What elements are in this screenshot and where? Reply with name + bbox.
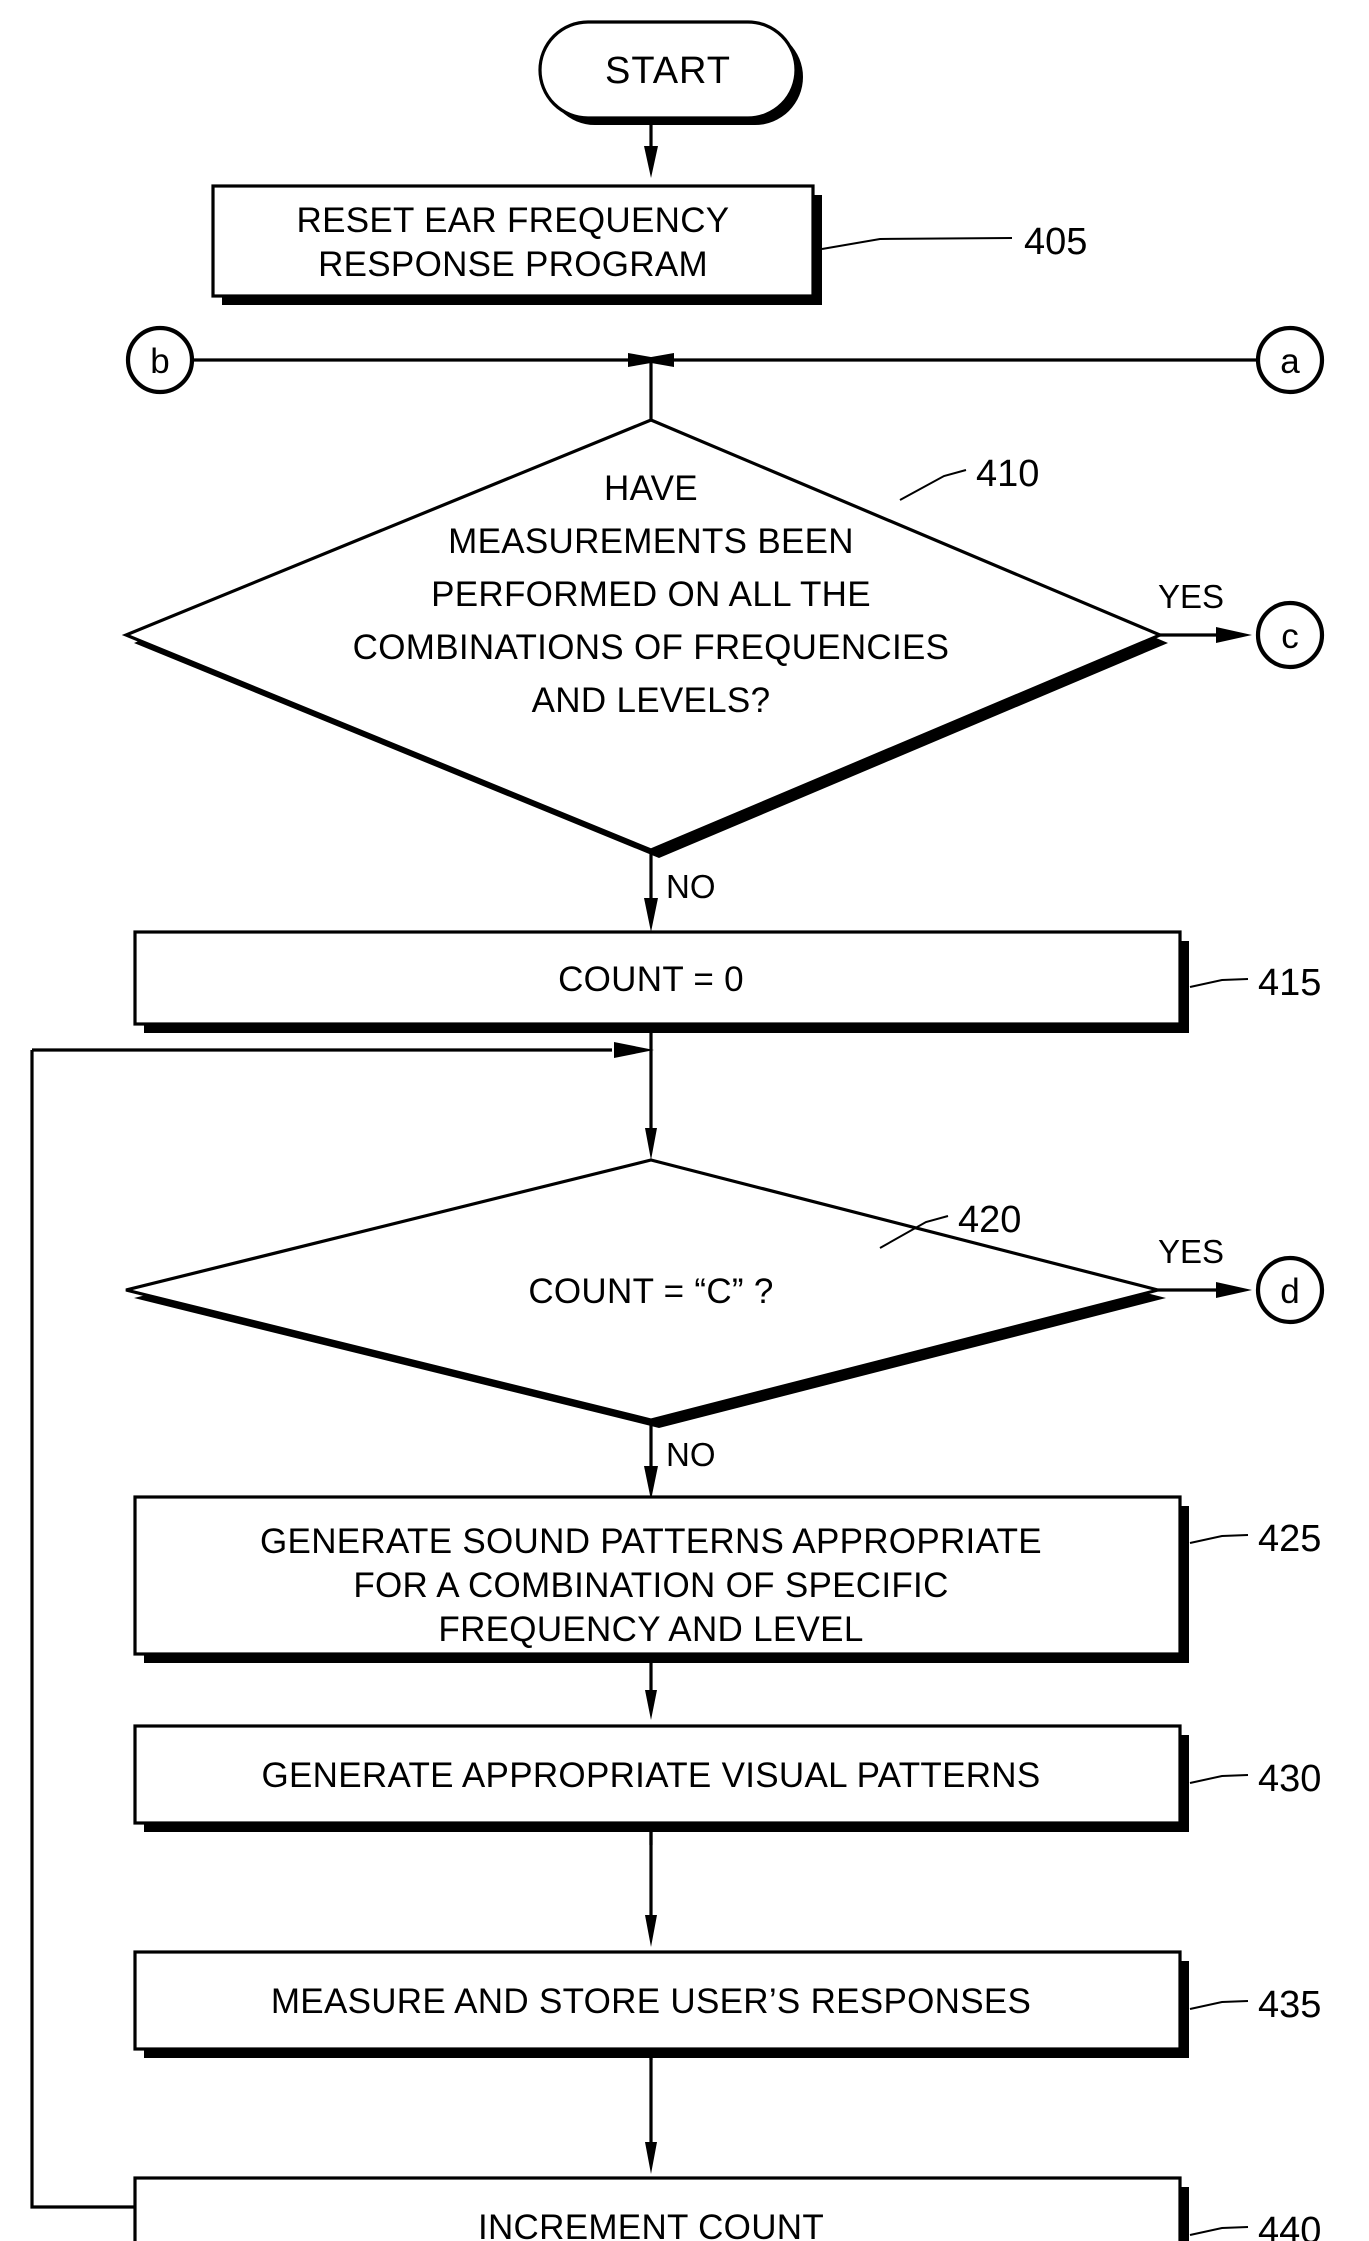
ref-420-label: 420 [958, 1199, 1021, 1241]
branch-410-no: NO [644, 850, 716, 932]
connector-c-label: c [1281, 617, 1299, 656]
ref-415-leader [1189, 978, 1249, 988]
arrow-430-to-435 [645, 1823, 657, 1947]
box-425-line-1: GENERATE SOUND PATTERNS APPROPRIATE [260, 1522, 1042, 1561]
node-440: INCREMENT COUNT 440 [133, 2176, 1321, 2241]
box-405-line-1: RESET EAR FREQUENCY [297, 201, 730, 240]
arrow-425-to-430 [645, 1663, 657, 1720]
connector-a-label: a [1280, 342, 1300, 381]
diamond-410-line-4: COMBINATIONS OF FREQUENCIES [353, 628, 950, 667]
ref-425-leader [1189, 1534, 1249, 1544]
node-430: GENERATE APPROPRIATE VISUAL PATTERNS 430 [133, 1724, 1321, 1832]
diamond-410-line-2: MEASUREMENTS BEEN [448, 522, 854, 561]
box-430-line-1: GENERATE APPROPRIATE VISUAL PATTERNS [261, 1756, 1040, 1795]
ref-415-label: 415 [1258, 962, 1321, 1004]
start-label: START [605, 50, 731, 92]
ref-435-leader [1189, 2000, 1249, 2010]
diamond-420-line-1: COUNT = “C” ? [528, 1272, 773, 1311]
box-425-line-3: FREQUENCY AND LEVEL [438, 1610, 863, 1649]
node-420: COUNT = “C” ? 420 [125, 1158, 1166, 1428]
ref-440-label: 440 [1258, 2210, 1321, 2241]
branch-410-no-label: NO [666, 868, 716, 905]
box-435-line-1: MEASURE AND STORE USER’S RESPONSES [271, 1982, 1031, 2021]
diamond-410-line-3: PERFORMED ON ALL THE [431, 575, 871, 614]
line-415-to-420 [645, 1033, 657, 1160]
diamond-410-line-5: AND LEVELS? [532, 681, 771, 720]
connector-b-label: b [150, 342, 169, 381]
branch-420-no: NO [644, 1420, 716, 1500]
ref-425-label: 425 [1258, 1518, 1321, 1560]
box-405-line-2: RESPONSE PROGRAM [318, 245, 708, 284]
arrow-435-to-440 [645, 2049, 657, 2174]
ref-440-leader [1189, 2226, 1249, 2236]
ref-430-leader [1189, 1774, 1249, 1784]
diamond-410-line-1: HAVE [604, 469, 698, 508]
node-start: START [538, 20, 803, 125]
ref-405-label: 405 [1024, 221, 1087, 263]
ref-410-leader [899, 469, 967, 501]
branch-410-yes-label: YES [1158, 578, 1224, 615]
flowchart-canvas: START RESET EAR FREQUENCY RESPONSE PROGR… [0, 0, 1369, 2241]
node-435: MEASURE AND STORE USER’S RESPONSES 435 [133, 1950, 1321, 2058]
box-415-line-1: COUNT = 0 [558, 960, 744, 999]
node-410: HAVE MEASUREMENTS BEEN PERFORMED ON ALL … [121, 418, 1168, 858]
box-425-line-2: FOR A COMBINATION OF SPECIFIC [353, 1566, 948, 1605]
arrow-start-to-405 [644, 118, 658, 178]
node-425: GENERATE SOUND PATTERNS APPROPRIATE FOR … [133, 1495, 1321, 1663]
branch-410-yes: YES c [1158, 578, 1325, 670]
box-440-line-1: INCREMENT COUNT [478, 2208, 824, 2241]
branch-420-no-label: NO [666, 1436, 716, 1473]
node-405: RESET EAR FREQUENCY RESPONSE PROGRAM 405 [211, 184, 1087, 305]
ref-405-leader [821, 237, 1013, 250]
ref-410-label: 410 [976, 453, 1039, 495]
connector-row-ab: b a [125, 325, 1325, 395]
loop-back-arrowhead [614, 1042, 654, 1058]
flowchart-svg: START RESET EAR FREQUENCY RESPONSE PROGR… [30, 20, 1325, 2241]
node-415: COUNT = 0 415 [133, 930, 1321, 1033]
ref-430-label: 430 [1258, 1758, 1321, 1800]
branch-420-yes: YES d [1158, 1233, 1325, 1325]
ref-435-label: 435 [1258, 1984, 1321, 2026]
connector-d-label: d [1280, 1272, 1299, 1311]
branch-420-yes-label: YES [1158, 1233, 1224, 1270]
